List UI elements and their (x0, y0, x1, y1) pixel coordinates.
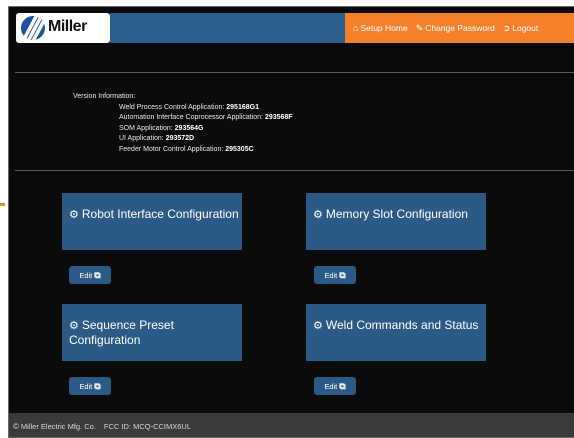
home-icon: ⌂ (353, 23, 359, 33)
brand-logo: Miller (16, 13, 110, 43)
version-value: 293572D (165, 135, 195, 143)
app-frame: Miller ⌂ Setup Home ✎ Change Password ➲ … (8, 6, 574, 438)
gear-icon: ⚙ (313, 209, 323, 221)
card-title: Memory Slot Configuration (325, 207, 468, 221)
gear-icon: ⚙ (69, 209, 79, 221)
version-value: 293568F (264, 114, 293, 122)
external-link-icon: ⧉ (339, 380, 346, 391)
card-title: Robot Interface Configuration (81, 207, 239, 221)
version-label: Automation Interface Coprocessor Applica… (119, 114, 263, 122)
version-row: SOM Application: 293564G (73, 124, 293, 135)
external-link-icon: ⧉ (94, 269, 101, 280)
card-memory-slot: ⚙ Memory Slot Configuration (306, 193, 486, 250)
logo-mark-icon (21, 16, 45, 40)
edit-memory-slot-button[interactable]: Edit ⧉ (314, 266, 356, 284)
version-value: 293564G (174, 124, 204, 132)
header: Miller ⌂ Setup Home ✎ Change Password ➲ … (9, 7, 574, 47)
decorative-dot (0, 203, 5, 206)
card-robot-interface: ⚙ Robot Interface Configuration (62, 193, 242, 250)
version-row: Weld Process Control Application: 295168… (73, 103, 293, 114)
version-heading: Version Information: (73, 93, 136, 100)
version-row: Feeder Motor Control Application: 295305… (73, 145, 293, 156)
version-label: Weld Process Control Application: (119, 103, 225, 111)
divider (15, 170, 574, 171)
version-value: 295168G1 (226, 103, 259, 111)
external-link-icon: ⧉ (339, 269, 346, 280)
version-value: 295305C (225, 145, 254, 153)
version-row: Automation Interface Coprocessor Applica… (73, 113, 293, 124)
header-bar (110, 13, 345, 43)
nav-logout-label: Logout (512, 23, 539, 33)
nav-setup-home-label: Setup Home (360, 23, 408, 33)
footer: © Miller Electric Mfg. Co. FCC ID: MCQ-C… (9, 413, 574, 437)
edit-sequence-preset-button[interactable]: Edit ⧉ (69, 377, 111, 395)
divider (15, 72, 574, 73)
nav-change-password-label: Change Password (425, 23, 495, 33)
edit-robot-interface-button[interactable]: Edit ⧉ (69, 266, 111, 284)
version-info: Version Information: Weld Process Contro… (73, 92, 293, 156)
pencil-icon: ✎ (415, 22, 424, 33)
gear-icon: ⚙ (313, 320, 323, 332)
version-label: UI Application: (119, 135, 164, 143)
nav-change-password[interactable]: ✎ Change Password (416, 23, 495, 34)
version-row: UI Application: 293572D (73, 134, 293, 145)
card-title: Sequence Preset Configuration (69, 318, 174, 347)
card-sequence-preset: ⚙ Sequence Preset Configuration (62, 304, 242, 361)
external-link-icon: ⧉ (94, 380, 101, 391)
gear-icon: ⚙ (69, 320, 79, 332)
version-label: Feeder Motor Control Application: (119, 145, 224, 153)
nav-setup-home[interactable]: ⌂ Setup Home (353, 23, 408, 33)
edit-label: Edit (79, 381, 93, 391)
edit-label: Edit (324, 270, 338, 280)
logout-icon: ➲ (502, 22, 511, 33)
logo-text: Miller (48, 18, 87, 35)
edit-weld-commands-button[interactable]: Edit ⧉ (314, 377, 356, 395)
card-title: Weld Commands and Status (325, 318, 479, 332)
nav-logout[interactable]: ➲ Logout (503, 23, 539, 34)
top-nav: ⌂ Setup Home ✎ Change Password ➲ Logout (345, 13, 574, 43)
copyright-icon: © (13, 421, 19, 431)
version-label: SOM Application: (119, 124, 173, 132)
footer-fcc: FCC ID: MCQ-CCIMX6UL (103, 421, 192, 431)
edit-label: Edit (324, 381, 338, 391)
footer-company: Miller Electric Mfg. Co. (20, 421, 96, 431)
card-weld-commands: ⚙ Weld Commands and Status (306, 304, 486, 361)
edit-label: Edit (79, 270, 93, 280)
